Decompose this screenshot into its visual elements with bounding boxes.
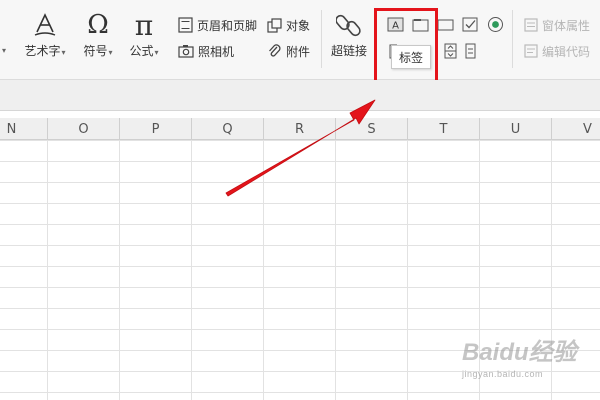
baidu-watermark: Baidu经验 jingyan.baidu.com	[462, 332, 592, 392]
watermark-brand: Baidu经验	[462, 339, 577, 366]
watermark-url: jingyan.baidu.com	[462, 369, 544, 379]
